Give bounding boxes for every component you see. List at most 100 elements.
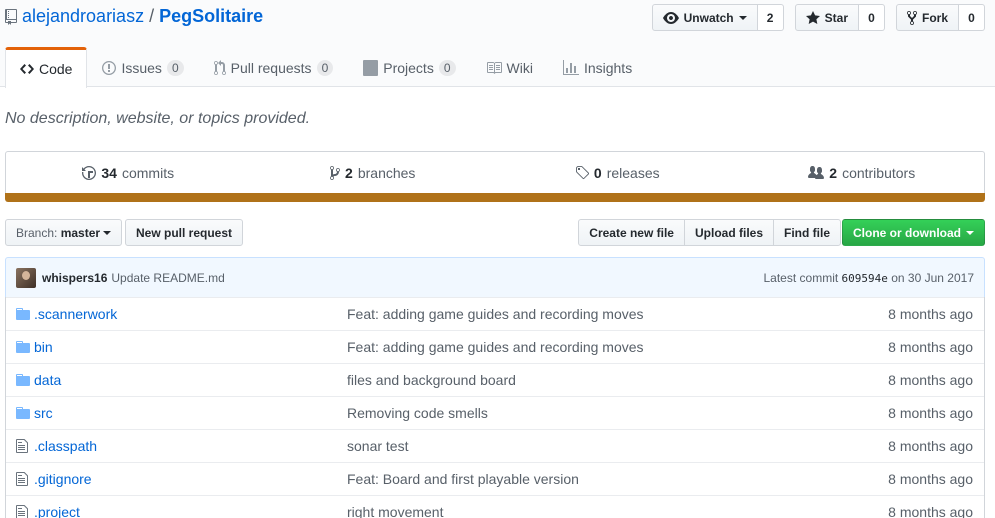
git-branch-icon — [330, 166, 341, 180]
tab-projects[interactable]: Projects 0 — [348, 47, 470, 87]
unwatch-button[interactable]: Unwatch — [651, 4, 758, 31]
file-row: .scannerwork Feat: adding game guides an… — [6, 297, 984, 330]
tab-pull-requests[interactable]: Pull requests 0 — [199, 47, 349, 87]
commit-author[interactable]: whispers16 — [42, 271, 107, 285]
file-icon — [6, 471, 34, 487]
commits-link[interactable]: 34 commits — [6, 152, 251, 194]
latest-commit-info: Latest commit 609594e on 30 Jun 2017 — [764, 271, 975, 285]
create-new-file-button[interactable]: Create new file — [578, 219, 685, 246]
star-group: Star 0 — [794, 4, 885, 31]
file-row: .project right movement 8 months ago — [6, 495, 984, 518]
eye-icon — [662, 11, 679, 24]
tab-code-label: Code — [39, 61, 73, 77]
file-age: 8 months ago — [888, 504, 973, 518]
commit-message[interactable]: Update README.md — [111, 271, 224, 285]
file-actions-group: Create new file Upload files Find file — [578, 219, 841, 246]
tab-issues-label: Issues — [121, 59, 162, 76]
file-name-link[interactable]: bin — [34, 339, 347, 355]
repo-description: No description, website, or topics provi… — [5, 110, 311, 127]
latest-commit-bar: whispers16 Update README.md Latest commi… — [5, 257, 985, 298]
tab-code[interactable]: Code — [5, 47, 88, 88]
branch-select-button[interactable]: Branch: master — [5, 219, 123, 246]
stargazers-count[interactable]: 0 — [858, 4, 885, 31]
branch-prefix: Branch: — [16, 225, 58, 240]
commits-count: 34 — [101, 165, 117, 181]
file-name-link[interactable]: src — [34, 405, 347, 421]
branches-link[interactable]: 2 branches — [251, 152, 496, 194]
repo-forked-icon — [906, 10, 917, 25]
issues-counter: 0 — [166, 59, 184, 76]
folder-icon — [6, 372, 34, 388]
organization-icon — [808, 166, 825, 179]
file-age: 8 months ago — [888, 339, 973, 355]
book-icon — [486, 61, 502, 74]
file-commit-message[interactable]: Removing code smells — [347, 405, 864, 421]
file-commit-message[interactable]: Feat: adding game guides and recording m… — [347, 306, 864, 322]
pull-requests-counter: 0 — [316, 59, 334, 76]
repo-separator: / — [149, 6, 155, 26]
avatar[interactable] — [16, 267, 36, 288]
repo-name-link[interactable]: PegSolitaire — [159, 6, 263, 27]
project-icon — [363, 59, 379, 76]
file-commit-message[interactable]: sonar test — [347, 438, 864, 454]
watchers-count[interactable]: 2 — [757, 4, 784, 31]
contributors-count: 2 — [829, 165, 838, 181]
file-icon — [6, 438, 34, 454]
latest-commit-prefix: Latest commit — [763, 270, 839, 285]
file-name-link[interactable]: .gitignore — [34, 471, 347, 487]
chevron-down-icon — [966, 230, 974, 235]
file-name-link[interactable]: data — [34, 372, 347, 388]
watch-group: Unwatch 2 — [651, 4, 784, 31]
tab-pull-requests-label: Pull requests — [230, 59, 312, 76]
repo-nav: Code Issues 0 Pull requests 0 Projects 0… — [5, 47, 647, 88]
upload-files-button[interactable]: Upload files — [683, 219, 774, 246]
language-bar[interactable] — [5, 193, 985, 202]
new-pull-request-button[interactable]: New pull request — [125, 219, 244, 246]
forks-count[interactable]: 0 — [959, 4, 985, 31]
clone-or-download-button[interactable]: Clone or download — [842, 219, 985, 246]
file-age: 8 months ago — [888, 372, 973, 388]
tab-insights[interactable]: Insights — [548, 47, 647, 87]
star-button[interactable]: Star — [794, 4, 859, 31]
branches-count: 2 — [345, 165, 353, 181]
fork-button[interactable]: Fork — [895, 4, 959, 31]
clone-label: Clone or download — [853, 225, 961, 240]
releases-count: 0 — [593, 165, 602, 181]
file-icon — [6, 504, 34, 518]
tab-insights-label: Insights — [583, 59, 633, 76]
releases-link[interactable]: 0 releases — [495, 152, 740, 194]
file-name-link[interactable]: .classpath — [34, 438, 347, 454]
git-pull-request-icon — [213, 59, 226, 75]
file-age: 8 months ago — [888, 306, 973, 322]
contributors-link[interactable]: 2 contributors — [740, 152, 985, 194]
commit-sha[interactable]: 609594e — [842, 272, 888, 285]
graph-icon — [562, 59, 579, 75]
file-name-link[interactable]: .scannerwork — [34, 306, 347, 322]
releases-label: releases — [606, 165, 660, 181]
issue-opened-icon — [102, 60, 117, 75]
file-name-link[interactable]: .project — [34, 504, 347, 518]
file-commit-message[interactable]: Feat: Board and first playable version — [347, 471, 864, 487]
folder-icon — [6, 339, 34, 355]
file-commit-message[interactable]: Feat: adding game guides and recording m… — [347, 339, 864, 355]
repo-title: alejandroariasz / PegSolitaire — [5, 6, 263, 27]
branches-label: branches — [357, 165, 416, 181]
chevron-down-icon — [738, 15, 747, 20]
find-file-button[interactable]: Find file — [773, 219, 841, 246]
file-age: 8 months ago — [888, 405, 973, 421]
file-commit-message[interactable]: right movement — [347, 504, 864, 518]
history-icon — [82, 166, 97, 180]
tab-issues[interactable]: Issues 0 — [87, 47, 198, 87]
file-row: bin Feat: adding game guides and recordi… — [6, 330, 984, 363]
repo-header: alejandroariasz / PegSolitaire Unwatch 2… — [0, 0, 995, 88]
tab-wiki[interactable]: Wiki — [471, 47, 548, 87]
repo-owner-link[interactable]: alejandroariasz — [22, 6, 144, 27]
commit-date: on 30 Jun 2017 — [891, 270, 974, 285]
tag-icon — [575, 166, 589, 180]
star-icon — [805, 10, 820, 24]
numbers-summary: 34 commits 2 branches 0 releases 2 contr… — [5, 151, 985, 194]
file-row: src Removing code smells 8 months ago — [6, 396, 984, 429]
file-age: 8 months ago — [888, 438, 973, 454]
contributors-label: contributors — [842, 165, 916, 181]
file-commit-message[interactable]: files and background board — [347, 372, 864, 388]
